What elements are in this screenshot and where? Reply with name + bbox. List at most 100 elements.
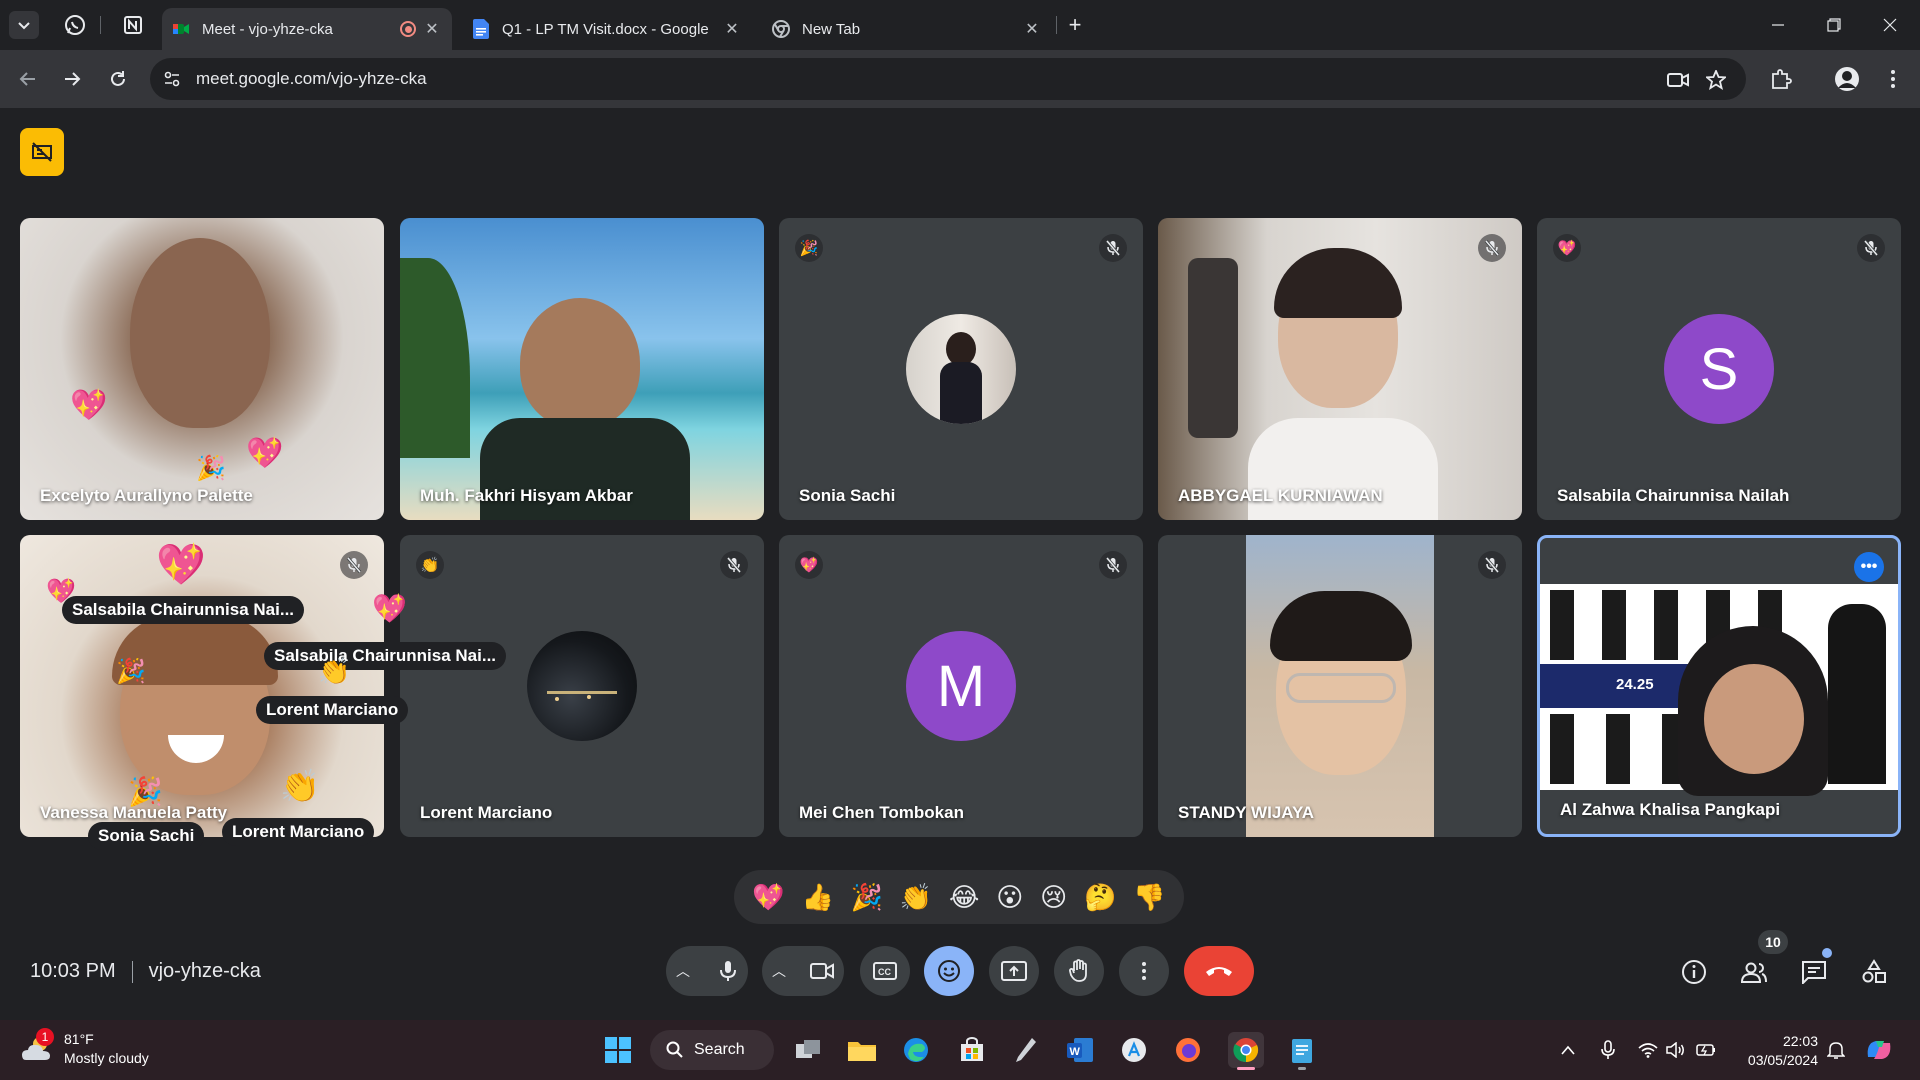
reaction-sender-chip: Salsabila Chairunnisa Nai... <box>264 642 507 670</box>
participant-tile[interactable]: 👏 Lorent Marciano <box>400 535 764 837</box>
reaction-clap-button[interactable]: 👏 <box>900 882 932 913</box>
emoji-icon <box>938 960 960 982</box>
standing-person <box>1828 604 1886 784</box>
show-hidden-icons[interactable] <box>1556 1038 1580 1062</box>
volume-tray-icon[interactable] <box>1664 1038 1688 1062</box>
microphone-tray-icon[interactable] <box>1596 1038 1620 1062</box>
raise-hand-button[interactable] <box>1054 946 1104 996</box>
reaction-thumbs-down-button[interactable]: 👎 <box>1133 882 1165 913</box>
weather-widget[interactable]: 1 81°F Mostly cloudy <box>20 1028 149 1068</box>
address-bar[interactable]: meet.google.com/vjo-yhze-cka <box>150 58 1746 100</box>
no-camera-icon <box>32 142 52 162</box>
chevron-up-icon[interactable]: ︿ <box>772 961 786 981</box>
participant-silhouette <box>130 238 270 428</box>
close-window-button[interactable] <box>1870 10 1910 40</box>
more-options-button[interactable] <box>1119 946 1169 996</box>
close-tab-icon[interactable]: ✕ <box>422 19 442 39</box>
leave-call-button[interactable] <box>1184 946 1254 996</box>
recording-indicator[interactable] <box>20 128 64 176</box>
taskbar-search[interactable]: Search <box>650 1030 774 1070</box>
participant-name: Al Zahwa Khalisa Pangkapi <box>1560 800 1781 819</box>
participant-video <box>1246 535 1434 837</box>
camera-in-use-icon[interactable] <box>1666 68 1690 92</box>
participant-tile[interactable]: 💖 M Mei Chen Tombokan <box>779 535 1143 837</box>
reaction-heart-button[interactable]: 💖 <box>752 882 784 913</box>
wifi-tray-icon[interactable] <box>1636 1038 1660 1062</box>
camera-control[interactable]: ︿ <box>762 946 844 996</box>
participant-name: Lorent Marciano <box>420 803 553 822</box>
captions-button[interactable]: CC <box>860 946 910 996</box>
chat-button[interactable] <box>1798 956 1830 988</box>
mic-icon <box>1601 1040 1615 1059</box>
start-button[interactable] <box>600 1032 636 1068</box>
bookmark-star-icon[interactable] <box>1704 68 1728 92</box>
chevron-down-icon <box>18 22 30 30</box>
reaction-badge: 💖 <box>795 551 823 579</box>
tab-meet[interactable]: Meet - vjo-yhze-cka ✕ <box>162 8 452 50</box>
reload-button[interactable] <box>102 63 134 95</box>
firefox-app[interactable] <box>1170 1032 1206 1068</box>
tab-new[interactable]: New Tab ✕ <box>762 8 1052 50</box>
reaction-thumbs-up-button[interactable]: 👍 <box>802 882 834 913</box>
tab-separator <box>100 16 101 34</box>
participant-tile[interactable]: 🎉 Sonia Sachi <box>779 218 1143 520</box>
svg-text:W: W <box>1070 1046 1081 1058</box>
copilot-button[interactable] <box>1862 1038 1896 1062</box>
participant-tile[interactable]: 💖 💖 🎉 Excelyto Aurallyno Palette <box>20 218 384 520</box>
close-tab-icon[interactable]: ✕ <box>1022 19 1042 39</box>
meeting-time: 10:03 PM <box>30 960 116 982</box>
chrome-menu-button[interactable] <box>1880 66 1906 92</box>
tab-search-button[interactable] <box>9 11 39 39</box>
forward-button[interactable] <box>56 63 88 95</box>
notepad-app[interactable] <box>1284 1032 1320 1070</box>
task-view-button[interactable] <box>790 1032 826 1068</box>
chrome-icon <box>772 20 790 38</box>
reaction-sad-button[interactable]: 😢 <box>1040 882 1067 913</box>
new-tab-button[interactable]: + <box>1062 12 1088 38</box>
microphone-control[interactable]: ︿ <box>666 946 748 996</box>
reaction-laugh-button[interactable]: 😂 <box>949 882 979 913</box>
close-tab-icon[interactable]: ✕ <box>722 19 742 39</box>
participant-tile[interactable]: Muh. Fakhri Hisyam Akbar <box>400 218 764 520</box>
reaction-party-button[interactable]: 🎉 <box>851 882 883 913</box>
chrome-app[interactable] <box>1228 1032 1264 1070</box>
whatsapp-pinned-tab[interactable] <box>62 12 88 38</box>
minimize-button[interactable] <box>1758 10 1798 40</box>
file-explorer-app[interactable] <box>844 1032 880 1068</box>
back-button[interactable] <box>12 63 44 95</box>
edge-app[interactable] <box>898 1032 934 1068</box>
chevron-up-icon[interactable]: ︿ <box>676 961 690 981</box>
store-app[interactable] <box>954 1032 990 1068</box>
taskbar-clock[interactable]: 22:03 03/05/2024 <box>1738 1032 1818 1070</box>
reaction-surprised-button[interactable]: 😮 <box>996 882 1023 913</box>
site-info-icon[interactable] <box>162 69 182 89</box>
reaction-thinking-button[interactable]: 🤔 <box>1084 882 1116 913</box>
participant-tile[interactable]: STANDY WIJAYA <box>1158 535 1522 837</box>
battery-tray-icon[interactable] <box>1694 1038 1718 1062</box>
participant-tile[interactable]: 💖 S Salsabila Chairunnisa Nailah <box>1537 218 1901 520</box>
floating-party-icon: 🎉 <box>196 455 226 482</box>
notifications-tray-icon[interactable] <box>1824 1038 1848 1062</box>
reactions-button[interactable] <box>924 946 974 996</box>
notion-pinned-tab[interactable] <box>120 12 146 38</box>
present-screen-button[interactable] <box>989 946 1039 996</box>
participant-tile[interactable]: ABBYGAEL KURNIAWAN <box>1158 218 1522 520</box>
app-store-app[interactable] <box>1116 1032 1152 1068</box>
meeting-info-button[interactable] <box>1678 956 1710 988</box>
activities-button[interactable] <box>1858 956 1890 988</box>
profile-avatar[interactable] <box>1834 66 1860 92</box>
tab-docs[interactable]: Q1 - LP TM Visit.docx - Google ✕ <box>462 8 752 50</box>
word-app[interactable]: W <box>1062 1032 1098 1068</box>
task-view-icon <box>796 1040 820 1058</box>
participant-name: ABBYGAEL KURNIAWAN <box>1178 486 1383 505</box>
reactions-bar: 💖 👍 🎉 👏 😂 😮 😢 🤔 👎 <box>734 870 1184 924</box>
extensions-button[interactable] <box>1768 66 1794 92</box>
tab-title: New Tab <box>802 20 861 38</box>
more-options-icon[interactable]: ••• <box>1854 552 1884 582</box>
mic-off-icon <box>720 551 748 579</box>
restore-button[interactable] <box>1814 10 1854 40</box>
participant-tile-presenting[interactable]: 24.25 ••• Al Zahwa Khalisa Pangkapi <box>1537 535 1901 837</box>
people-button[interactable] <box>1738 956 1770 988</box>
tab-title: Meet - vjo-yhze-cka <box>202 20 333 38</box>
pen-app[interactable] <box>1008 1032 1044 1068</box>
